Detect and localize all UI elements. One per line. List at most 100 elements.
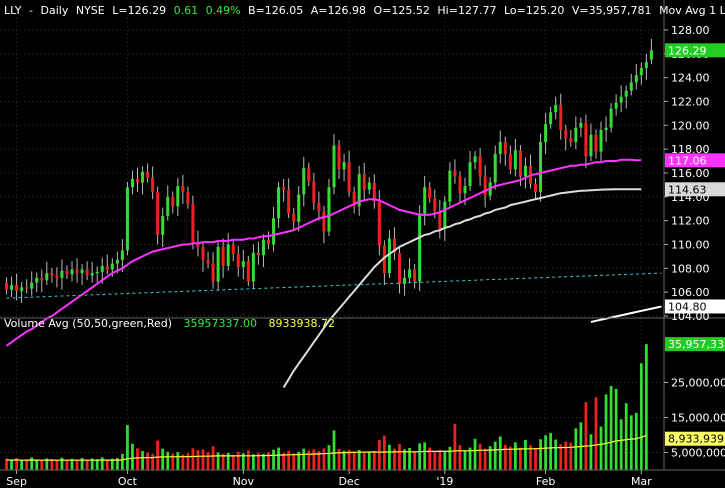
candle-body[interactable]: [513, 150, 517, 170]
candle-body[interactable]: [236, 254, 240, 268]
candle-body[interactable]: [171, 196, 175, 207]
candle-body[interactable]: [90, 273, 94, 276]
candle-body[interactable]: [539, 141, 543, 193]
volume-bar[interactable]: [594, 397, 598, 470]
candle-body[interactable]: [282, 187, 286, 190]
volume-bar[interactable]: [362, 453, 366, 470]
volume-bar[interactable]: [549, 432, 553, 470]
volume-bar[interactable]: [564, 441, 568, 470]
volume-bar[interactable]: [121, 453, 124, 470]
volume-bar[interactable]: [458, 445, 462, 470]
candle-body[interactable]: [554, 105, 558, 113]
candle-body[interactable]: [523, 165, 527, 177]
candle-body[interactable]: [317, 202, 321, 212]
volume-bar[interactable]: [357, 450, 361, 470]
candle-body[interactable]: [105, 265, 109, 270]
volume-bar[interactable]: [554, 439, 558, 470]
candle-body[interactable]: [413, 269, 417, 282]
volume-bar[interactable]: [559, 444, 563, 470]
volume-bar[interactable]: [508, 446, 512, 470]
candle-body[interactable]: [251, 252, 255, 282]
volume-bar[interactable]: [292, 453, 296, 470]
volume-bar[interactable]: [171, 453, 175, 470]
volume-bar[interactable]: [463, 450, 467, 470]
volume-bar[interactable]: [50, 459, 54, 470]
volume-bar[interactable]: [75, 459, 79, 471]
candle-body[interactable]: [35, 277, 39, 283]
volume-bar[interactable]: [453, 423, 457, 470]
volume-bar[interactable]: [448, 446, 452, 470]
volume-bar[interactable]: [100, 457, 104, 470]
candle-body[interactable]: [156, 192, 160, 235]
candle-body[interactable]: [161, 215, 165, 235]
volume-bar[interactable]: [498, 436, 502, 470]
volume-bar[interactable]: [332, 430, 336, 470]
candle-body[interactable]: [216, 246, 220, 282]
volume-bar[interactable]: [398, 444, 401, 470]
volume-bar[interactable]: [483, 448, 487, 470]
candle-body[interactable]: [483, 176, 487, 196]
volume-bar[interactable]: [524, 439, 527, 470]
volume-bar[interactable]: [312, 449, 316, 470]
volume-bar[interactable]: [211, 446, 215, 470]
candle-body[interactable]: [423, 187, 427, 214]
volume-bar[interactable]: [327, 445, 331, 470]
volume-bar[interactable]: [433, 452, 437, 470]
candle-body[interactable]: [30, 282, 34, 289]
volume-bar[interactable]: [619, 419, 623, 470]
candle-body[interactable]: [438, 211, 442, 229]
volume-bar[interactable]: [342, 450, 346, 470]
candle-body[interactable]: [468, 162, 472, 187]
volume-bar[interactable]: [644, 344, 648, 470]
candle-body[interactable]: [277, 187, 281, 219]
candle-body[interactable]: [136, 178, 140, 183]
candle-body[interactable]: [297, 194, 301, 222]
candle-body[interactable]: [191, 203, 195, 243]
candle-body[interactable]: [473, 156, 477, 163]
volume-bar[interactable]: [302, 448, 306, 470]
candle-body[interactable]: [397, 252, 402, 284]
candle-body[interactable]: [443, 201, 447, 229]
candle-body[interactable]: [261, 239, 265, 256]
candle-body[interactable]: [246, 261, 250, 282]
volume-bar[interactable]: [322, 448, 326, 470]
volume-bar[interactable]: [443, 450, 447, 470]
candle-body[interactable]: [428, 187, 432, 198]
volume-bar[interactable]: [161, 448, 165, 470]
candle-body[interactable]: [70, 269, 74, 275]
volume-bar[interactable]: [418, 443, 422, 470]
volume-bar[interactable]: [493, 441, 497, 470]
candle-body[interactable]: [266, 239, 271, 245]
candle-body[interactable]: [151, 177, 155, 193]
volume-bar[interactable]: [40, 459, 44, 470]
volume-bar[interactable]: [604, 394, 608, 470]
stock-chart[interactable]: 128.00126.00124.00122.00120.00118.00116.…: [0, 0, 725, 488]
candle-body[interactable]: [45, 273, 49, 281]
volume-bar[interactable]: [267, 452, 270, 470]
candle-body[interactable]: [634, 75, 638, 83]
candle-body[interactable]: [272, 218, 276, 245]
candle-body[interactable]: [25, 287, 29, 289]
volume-bar[interactable]: [413, 451, 416, 470]
candle-body[interactable]: [614, 102, 618, 109]
volume-bar[interactable]: [20, 460, 24, 470]
candle-body[interactable]: [241, 261, 245, 268]
volume-bar[interactable]: [307, 450, 311, 470]
volume-bar[interactable]: [277, 447, 280, 470]
candle-body[interactable]: [287, 189, 291, 214]
candle-body[interactable]: [433, 197, 437, 212]
candle-body[interactable]: [534, 183, 538, 193]
candle-body[interactable]: [256, 252, 260, 256]
volume-bar[interactable]: [519, 447, 522, 470]
candle-body[interactable]: [201, 246, 205, 260]
candle-body[interactable]: [146, 171, 150, 178]
candle-body[interactable]: [65, 270, 69, 275]
candle-body[interactable]: [176, 186, 180, 207]
volume-bar[interactable]: [599, 426, 603, 470]
volume-bar[interactable]: [544, 435, 547, 470]
candle-body[interactable]: [337, 145, 341, 170]
candlesticks[interactable]: [5, 0, 661, 303]
candle-body[interactable]: [594, 134, 598, 152]
volume-bar[interactable]: [367, 452, 371, 470]
volume-bar[interactable]: [634, 412, 638, 470]
